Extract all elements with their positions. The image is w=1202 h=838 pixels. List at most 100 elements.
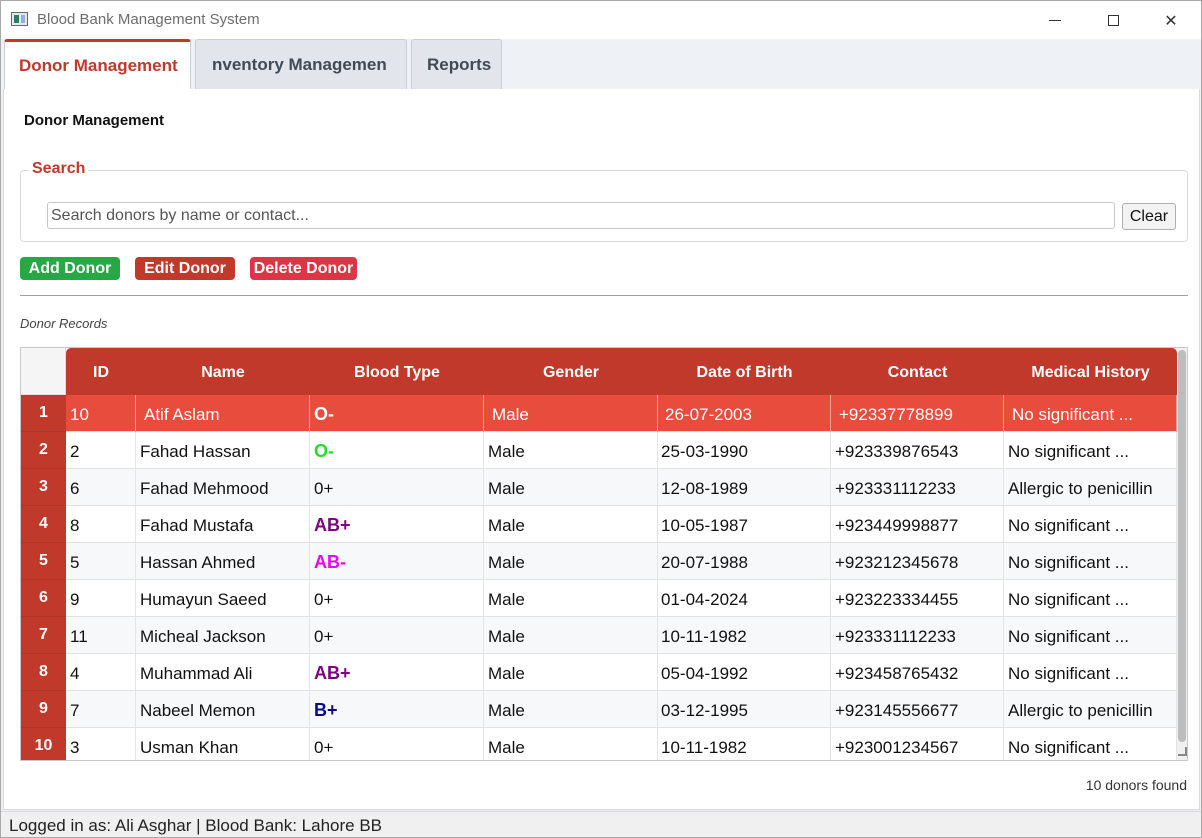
donor-count: 10 donors found xyxy=(1085,777,1187,793)
search-legend: Search xyxy=(29,160,89,178)
search-group: Search Clear xyxy=(20,160,1188,242)
cell-medical-history: No significant ... xyxy=(1004,432,1177,469)
cell-date-of-birth: 10-05-1987 xyxy=(658,506,831,543)
cell-medical-history: No significant ... xyxy=(1004,654,1177,691)
cell-medical-history: No significant ... xyxy=(1004,728,1177,760)
table-row[interactable]: 5 Hassan Ahmed AB- Male 20-07-1988 +923212345… xyxy=(66,543,1177,580)
cell-medical-history: No significant ... xyxy=(1004,543,1177,580)
minimize-icon xyxy=(1049,19,1061,21)
column-header-date-of-birth[interactable]: Date of Birth xyxy=(658,348,831,395)
cell-contact: +92337778899 xyxy=(831,395,1004,432)
cell-blood-type: 0+ xyxy=(310,580,484,617)
column-header-contact[interactable]: Contact xyxy=(831,348,1004,395)
cell-gender: Male xyxy=(484,580,658,617)
cell-id: 7 xyxy=(66,691,136,728)
cell-blood-type: O- xyxy=(310,395,484,432)
column-header-medical-history[interactable]: Medical History xyxy=(1004,348,1177,395)
cell-blood-type: 0+ xyxy=(310,469,484,506)
cell-contact: +923449998877 xyxy=(831,506,1004,543)
table-row[interactable]: 8 Fahad Mustafa AB+ Male 10-05-1987 +92344999… xyxy=(66,506,1177,543)
cell-name: Humayun Saeed xyxy=(136,580,310,617)
cell-name: Nabeel Memon xyxy=(136,691,310,728)
close-button[interactable]: ✕ xyxy=(1142,1,1200,39)
cell-contact: +923339876543 xyxy=(831,432,1004,469)
cell-blood-type: AB- xyxy=(310,543,484,580)
app-icon xyxy=(11,12,28,26)
cell-contact: +923001234567 xyxy=(831,728,1004,760)
cell-blood-type: 0+ xyxy=(310,728,484,760)
cell-id: 9 xyxy=(66,580,136,617)
clear-button[interactable]: Clear xyxy=(1122,203,1176,230)
search-input[interactable] xyxy=(47,202,1115,229)
app-window: Blood Bank Management System ✕ Donor Man… xyxy=(0,0,1202,838)
cell-id: 3 xyxy=(66,728,136,760)
cell-blood-type: AB+ xyxy=(310,506,484,543)
cell-medical-history: No significant ... xyxy=(1004,395,1177,432)
cell-date-of-birth: 05-04-1992 xyxy=(658,654,831,691)
cell-blood-type: B+ xyxy=(310,691,484,728)
delete-donor-button[interactable]: Delete Donor xyxy=(250,257,357,280)
minimize-button[interactable] xyxy=(1026,1,1084,39)
tab-bar: Donor Management nventory Managemen Repo… xyxy=(1,39,1201,89)
cell-date-of-birth: 03-12-1995 xyxy=(658,691,831,728)
row-number[interactable]: 4 xyxy=(21,506,66,543)
table-row[interactable]: 4 Muhammad Ali AB+ Male 05-04-1992 +923458765… xyxy=(66,654,1177,691)
cell-name: Atif Aslam xyxy=(136,395,310,432)
resize-grip-icon xyxy=(1178,747,1187,756)
row-number[interactable]: 8 xyxy=(21,654,66,691)
cell-gender: Male xyxy=(484,691,658,728)
donor-management-panel: Donor Management Search Clear Add Donor … xyxy=(3,89,1200,810)
cell-gender: Male xyxy=(484,543,658,580)
title-bar[interactable]: Blood Bank Management System ✕ xyxy=(1,1,1201,39)
cell-date-of-birth: 26-07-2003 xyxy=(658,395,831,432)
cell-date-of-birth: 20-07-1988 xyxy=(658,543,831,580)
tab-label: Donor Management xyxy=(19,55,178,75)
cell-id: 10 xyxy=(66,395,136,432)
row-number[interactable]: 7 xyxy=(21,617,66,654)
cell-id: 6 xyxy=(66,469,136,506)
donor-table[interactable]: ID Name Blood Type Gender Date of Birth … xyxy=(20,347,1188,761)
row-number[interactable]: 1 xyxy=(21,395,66,432)
row-number[interactable]: 2 xyxy=(21,432,66,469)
scrollbar-thumb[interactable] xyxy=(1178,350,1186,742)
row-number[interactable]: 9 xyxy=(21,691,66,728)
add-donor-button[interactable]: Add Donor xyxy=(20,257,120,280)
table-row[interactable]: 7 Nabeel Memon B+ Male 03-12-1995 +9231455566… xyxy=(66,691,1177,728)
edit-donor-button[interactable]: Edit Donor xyxy=(135,257,235,280)
cell-gender: Male xyxy=(484,728,658,760)
tab-reports[interactable]: Reports xyxy=(411,39,502,89)
cell-gender: Male xyxy=(484,506,658,543)
cell-contact: +923145556677 xyxy=(831,691,1004,728)
table-header: ID Name Blood Type Gender Date of Birth … xyxy=(66,348,1177,395)
tab-label: nventory Managemen xyxy=(212,54,387,74)
cell-medical-history: Allergic to penicillin xyxy=(1004,469,1177,506)
row-number[interactable]: 10 xyxy=(21,728,66,760)
table-row[interactable]: 11 Micheal Jackson 0+ Male 10-11-1982 +923331… xyxy=(66,617,1177,654)
status-bar: Logged in as: Ali Asghar | Blood Bank: L… xyxy=(1,811,1201,837)
maximize-button[interactable] xyxy=(1084,1,1142,39)
table-corner[interactable] xyxy=(21,348,66,395)
cell-name: Hassan Ahmed xyxy=(136,543,310,580)
tab-donor-management[interactable]: Donor Management xyxy=(4,39,191,89)
cell-gender: Male xyxy=(484,432,658,469)
cell-date-of-birth: 10-11-1982 xyxy=(658,617,831,654)
table-row[interactable]: 6 Fahad Mehmood 0+ Male 12-08-1989 +923331112… xyxy=(66,469,1177,506)
table-row[interactable]: 10 Atif Aslam O- Male 26-07-2003 +92337778899… xyxy=(66,395,1177,432)
tab-inventory-management[interactable]: nventory Managemen xyxy=(195,39,407,89)
table-row[interactable]: 3 Usman Khan 0+ Male 10-11-1982 +923001234567… xyxy=(66,728,1177,760)
column-header-gender[interactable]: Gender xyxy=(484,348,658,395)
table-row[interactable]: 9 Humayun Saeed 0+ Male 01-04-2024 +923223334… xyxy=(66,580,1177,617)
cell-date-of-birth: 12-08-1989 xyxy=(658,469,831,506)
column-header-blood-type[interactable]: Blood Type xyxy=(310,348,484,395)
cell-gender: Male xyxy=(484,654,658,691)
table-row[interactable]: 2 Fahad Hassan O- Male 25-03-1990 +9233398765… xyxy=(66,432,1177,469)
row-number[interactable]: 5 xyxy=(21,543,66,580)
cell-medical-history: Allergic to penicillin xyxy=(1004,691,1177,728)
row-number[interactable]: 3 xyxy=(21,469,66,506)
records-label: Donor Records xyxy=(20,316,108,331)
tab-label: Reports xyxy=(427,54,492,74)
row-number[interactable]: 6 xyxy=(21,580,66,617)
column-header-name[interactable]: Name xyxy=(136,348,310,395)
column-header-id[interactable]: ID xyxy=(66,348,136,395)
cell-gender: Male xyxy=(484,617,658,654)
